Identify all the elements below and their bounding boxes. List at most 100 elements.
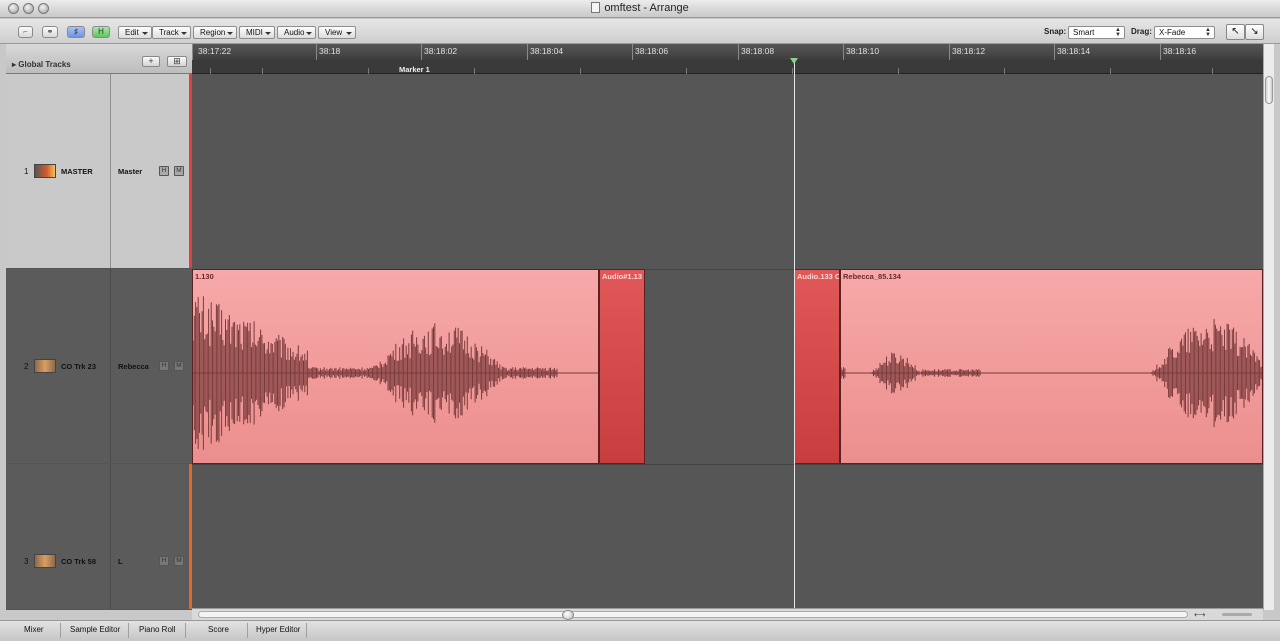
region-name: Rebecca_85.134 xyxy=(843,272,901,281)
document-icon xyxy=(591,2,601,13)
ruler-label: 38:18:08 xyxy=(741,46,775,56)
catch-icon[interactable]: ♯ xyxy=(67,26,85,38)
ruler-tick xyxy=(949,44,950,60)
hyper-icon[interactable]: H xyxy=(92,26,110,38)
tab-piano-roll[interactable]: Piano Roll xyxy=(139,625,175,634)
disclosure-triangle-icon[interactable]: ▸ xyxy=(12,60,16,69)
ruler-label: 38:18:14 xyxy=(1057,46,1091,56)
menu-edit-label: Edit xyxy=(125,28,139,37)
ruler-tick xyxy=(421,44,422,60)
track-instrument: L xyxy=(118,557,123,566)
link-icon[interactable]: ⚭ xyxy=(42,26,58,38)
lane-divider xyxy=(192,464,1263,465)
zoom-button[interactable] xyxy=(38,3,49,14)
track-name[interactable]: CO Trk 23 xyxy=(61,362,96,371)
window-title: omftest - Arrange xyxy=(604,2,689,14)
tab-separator xyxy=(128,623,129,638)
tab-score[interactable]: Score xyxy=(208,625,229,634)
tab-separator xyxy=(247,623,248,638)
hide-button[interactable]: H xyxy=(159,361,169,371)
ruler-tick xyxy=(1054,44,1055,60)
menu-audio[interactable]: Audio xyxy=(277,26,316,39)
arrange-area[interactable]: 1.130 Audio#1.13 Audio.133 C Rebecca_85.… xyxy=(192,74,1263,610)
audio-region[interactable]: Rebecca_85.134 xyxy=(840,269,1263,464)
snap-label: Snap: xyxy=(1044,27,1067,36)
tab-hyper-editor[interactable]: Hyper Editor xyxy=(256,625,300,634)
ruler-label: 38:17:22 xyxy=(198,46,232,56)
ruler-time-row[interactable] xyxy=(192,44,1263,60)
bottom-tab-bar: Mixer Sample Editor Piano Roll Score Hyp… xyxy=(0,620,1280,641)
horizontal-scrollbar[interactable]: ⟷ xyxy=(192,608,1263,620)
bar-ruler[interactable]: 38:17:22 38:18 38:18:02 38:18:04 38:18:0… xyxy=(192,44,1263,74)
chevron-down-icon xyxy=(142,32,148,35)
mute-button[interactable]: M xyxy=(174,166,184,176)
ruler-tick xyxy=(843,44,844,60)
folder-button[interactable]: ⊞ xyxy=(167,56,187,67)
ruler-tick xyxy=(738,44,739,60)
track-instrument: Master xyxy=(118,167,143,176)
track-name[interactable]: MASTER xyxy=(61,167,93,176)
drag-select[interactable]: X-Fade ▲ ▼ xyxy=(1154,26,1215,39)
zoom-icon[interactable]: ⟷ xyxy=(1194,610,1205,619)
audio-waveform-icon xyxy=(34,359,56,373)
menu-track[interactable]: Track xyxy=(152,26,191,39)
region-name: Audio#1.13 xyxy=(602,272,643,281)
ruler-tick xyxy=(632,44,633,60)
track-name[interactable]: CO Trk 58 xyxy=(61,557,96,566)
pencil-tool-icon[interactable]: ↘ xyxy=(1245,24,1264,40)
tab-sample-editor[interactable]: Sample Editor xyxy=(70,625,120,634)
master-fader-icon xyxy=(34,164,56,178)
horizontal-scroll-track[interactable] xyxy=(198,611,1188,618)
add-track-button[interactable]: + xyxy=(142,56,160,67)
waveform xyxy=(193,296,598,450)
tab-separator xyxy=(306,623,307,638)
track-number: 3 xyxy=(24,557,29,566)
vertical-scrollbar[interactable] xyxy=(1263,44,1274,610)
vertical-scroll-thumb[interactable] xyxy=(1265,76,1273,104)
tab-separator xyxy=(60,623,61,638)
ruler-tick xyxy=(1160,44,1161,60)
region-name: Audio.133 C xyxy=(797,272,840,281)
menu-view[interactable]: View xyxy=(318,26,356,39)
audio-region-selected[interactable]: Audio#1.13 xyxy=(599,269,645,464)
menu-edit[interactable]: Edit xyxy=(118,26,152,39)
playhead[interactable] xyxy=(794,60,795,609)
menu-view-label: View xyxy=(325,28,343,37)
loop-icon[interactable]: ⌐ xyxy=(18,26,33,38)
track-number: 1 xyxy=(24,167,29,176)
track-header-3[interactable]: 3 CO Trk 58 L H M xyxy=(6,464,192,610)
tab-mixer[interactable]: Mixer xyxy=(24,625,44,634)
mute-button[interactable]: M xyxy=(174,556,184,566)
header-divider xyxy=(110,269,111,463)
ruler-label: 38:18:06 xyxy=(635,46,669,56)
menu-midi-label: MIDI xyxy=(246,28,263,37)
toolbar: ⌐ ⚭ ♯ H Edit Track Region MIDI Audio Vie… xyxy=(0,19,1280,44)
marker-label[interactable]: Marker 1 xyxy=(399,65,430,74)
hide-button[interactable]: H xyxy=(159,166,169,176)
track-header-1[interactable]: 1 MASTER Master H M xyxy=(6,74,192,269)
track-instrument: Rebecca xyxy=(118,362,149,371)
chevron-down-icon xyxy=(227,32,233,35)
horizontal-scroll-thumb[interactable] xyxy=(562,610,574,620)
chevron-down-icon xyxy=(265,32,271,35)
audio-region[interactable]: 1.130 xyxy=(192,269,599,464)
global-tracks-header[interactable]: ▸ Global Tracks + ⊞ xyxy=(6,44,192,74)
playhead-marker-icon[interactable] xyxy=(790,58,798,64)
ruler-label: 38:18:02 xyxy=(424,46,458,56)
snap-select[interactable]: Smart ▲ ▼ xyxy=(1068,26,1125,39)
menu-midi[interactable]: MIDI xyxy=(239,26,275,39)
region-name: 1.130 xyxy=(195,272,214,281)
menu-track-label: Track xyxy=(159,28,179,37)
close-button[interactable] xyxy=(8,3,19,14)
pointer-tool-icon[interactable]: ↖ xyxy=(1226,24,1245,40)
zoom-slider[interactable] xyxy=(1222,613,1252,616)
track-header-2[interactable]: 2 CO Trk 23 Rebecca H M xyxy=(6,269,192,464)
minimize-button[interactable] xyxy=(23,3,34,14)
track-number: 2 xyxy=(24,362,29,371)
menu-region[interactable]: Region xyxy=(193,26,237,39)
global-tracks-label[interactable]: ▸ Global Tracks xyxy=(12,60,71,69)
hide-button[interactable]: H xyxy=(159,556,169,566)
audio-region-selected[interactable]: Audio.133 C xyxy=(794,269,840,464)
chevron-down-icon xyxy=(306,32,312,35)
mute-button[interactable]: M xyxy=(174,361,184,371)
